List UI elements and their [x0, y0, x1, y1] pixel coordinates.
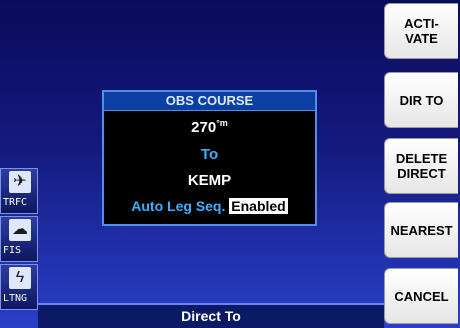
status-bar: Direct To: [38, 303, 384, 328]
delete-direct-button[interactable]: DELETE DIRECT: [384, 138, 458, 194]
traffic-label: TRFC: [3, 197, 28, 208]
dialog-title: OBS COURSE: [104, 92, 315, 111]
fis-label: FIS: [3, 245, 22, 256]
auto-leg-toggle[interactable]: Enabled: [229, 198, 288, 214]
cancel-button[interactable]: CANCEL: [384, 268, 458, 324]
auto-leg-sequencing-row: Auto Leg Seq. Enabled: [104, 198, 315, 214]
lightning-label: LTNG: [3, 293, 28, 304]
course-unit: °m: [216, 118, 228, 128]
dir-to-button[interactable]: DIR TO: [384, 72, 458, 128]
auto-leg-label: Auto Leg Seq.: [131, 198, 226, 214]
lightning-icon: ϟ: [9, 267, 31, 289]
traffic-icon: ✈: [9, 171, 31, 193]
softkey-column: ACTI- VATE DIR TO DELETE DIRECT NEAREST …: [384, 0, 460, 328]
left-function-bar: ✈ TRFC ☁ FIS ϟ LTNG: [0, 168, 38, 328]
course-field[interactable]: 270°m: [104, 118, 315, 136]
lightning-button[interactable]: ϟ LTNG: [0, 264, 38, 310]
traffic-button[interactable]: ✈ TRFC: [0, 168, 38, 214]
obs-course-dialog: OBS COURSE 270°m To KEMP Auto Leg Seq. E…: [102, 90, 317, 226]
waypoint-identifier: KEMP: [187, 172, 232, 189]
nearest-button[interactable]: NEAREST: [384, 202, 458, 258]
activate-button[interactable]: ACTI- VATE: [384, 3, 458, 59]
to-from-indicator: To: [200, 146, 219, 163]
weather-icon: ☁: [9, 219, 31, 241]
fis-button[interactable]: ☁ FIS: [0, 216, 38, 262]
course-value: 270: [191, 119, 217, 136]
